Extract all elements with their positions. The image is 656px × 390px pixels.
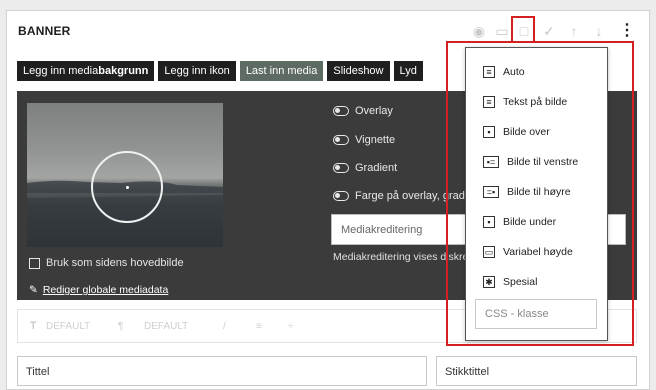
arrow-down-icon[interactable]: ↓ [591,23,607,39]
tab-background-media[interactable]: Legg inn mediabakgrunn [17,61,155,81]
toggle-overlay[interactable]: Overlay [333,105,393,117]
media-tabs: Legg inn mediabakgrunn Legg inn ikon Las… [17,61,423,81]
default-select-2[interactable]: DEFAULT [144,321,188,332]
paragraph-icon[interactable]: ¶ [118,321,123,332]
edit-global-media-link[interactable]: ✎ Rediger globale mediadata [29,284,168,296]
highlight-dropdown [446,41,634,346]
arrow-up-icon[interactable]: ↑ [566,23,582,39]
checkbox-box[interactable] [29,257,40,269]
font-size-icon[interactable]: 𝐓 [30,321,36,332]
toggle-switch[interactable] [333,191,349,201]
eye-icon[interactable]: ◉ [471,23,487,39]
more-options-icon[interactable]: ⋮ [619,23,635,39]
align-icon[interactable]: ≡ [256,321,262,332]
divide-icon[interactable]: ÷ [288,321,294,332]
focal-point-dot [126,186,129,189]
default-select-1[interactable]: DEFAULT [46,321,90,332]
frame-icon[interactable]: ▭ [494,23,510,39]
check-circle-icon[interactable]: ✓ [541,23,557,39]
tab-load-media[interactable]: Last inn media [239,61,324,81]
checkbox-label: Bruk som sidens hovedbilde [46,257,184,269]
tab-icon[interactable]: Legg inn ikon [158,61,236,81]
tab-slideshow[interactable]: Slideshow [327,61,390,81]
toggle-gradient[interactable]: Gradient [333,162,397,174]
italic-icon[interactable]: / [223,321,226,332]
pencil-icon: ✎ [29,284,38,296]
kicker-input[interactable]: Stikktittel [436,356,637,386]
toggle-switch[interactable] [333,135,349,145]
toggle-vignette[interactable]: Vignette [333,134,395,146]
highlight-frame-icon [511,16,535,42]
toggle-switch[interactable] [333,163,349,173]
edit-link-label: Rediger globale mediadata [42,284,169,296]
tab-sound[interactable]: Lyd [393,61,423,81]
toggle-switch[interactable] [333,106,349,116]
section-title: BANNER [18,24,71,38]
title-input[interactable]: Tittel [17,356,427,386]
main-image-checkbox[interactable]: Bruk som sidens hovedbilde [29,257,184,269]
